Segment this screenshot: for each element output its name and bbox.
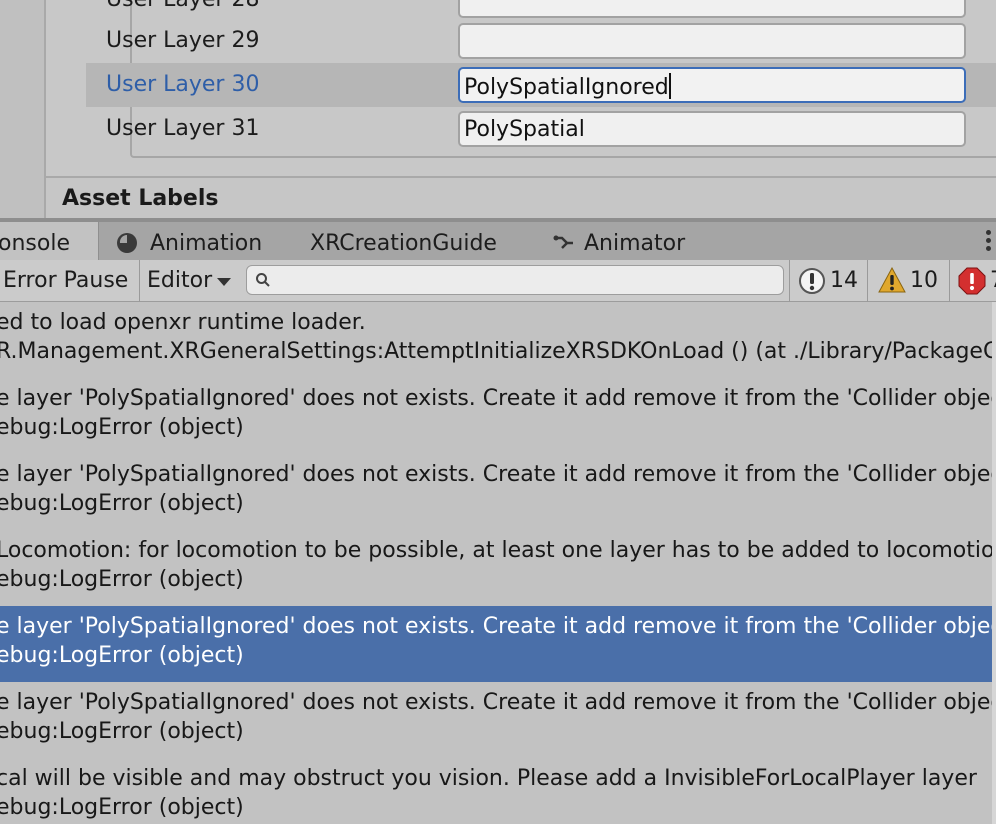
tab-animator-label: Animator	[584, 231, 686, 256]
warning-count: 10	[910, 268, 938, 293]
tab-xrcreationguide[interactable]: XRCreationGuide	[300, 222, 520, 260]
error-toggle-button[interactable]: 7	[950, 260, 996, 302]
chevron-down-icon	[217, 278, 231, 286]
error-pause-label: Error Pause	[3, 268, 129, 293]
log-message: ed to load openxr runtime loader.	[0, 310, 366, 335]
info-toggle-button[interactable]: 14	[790, 260, 866, 302]
log-entry[interactable]: ed to load openxr runtime loader. R.Mana…	[0, 302, 992, 378]
tab-animation-label: Animation	[150, 231, 263, 256]
tab-animator[interactable]: Animator	[550, 222, 710, 260]
layer-row: User Layer 29	[86, 19, 996, 63]
console-search-input[interactable]	[246, 265, 784, 295]
inspector-left-strip	[0, 0, 46, 218]
layer-name-field[interactable]	[458, 23, 966, 59]
layer-label: User Layer 30	[106, 72, 260, 97]
info-count: 14	[830, 268, 858, 293]
text-caret	[668, 73, 671, 99]
log-entry[interactable]: Locomotion: for locomotion to be possibl…	[0, 530, 992, 606]
layer-row-selected: User Layer 30 PolySpatialIgnored	[86, 63, 996, 107]
editor-dropdown-label: Editor	[147, 268, 213, 293]
log-message: e layer 'PolySpatialIgnored' does not ex…	[0, 386, 992, 411]
error-icon	[958, 267, 986, 295]
log-stacktrace: ebug:LogError (object)	[0, 719, 244, 744]
tab-console[interactable]: onsole	[0, 222, 99, 260]
log-entry-selected[interactable]: e layer 'PolySpatialIgnored' does not ex…	[0, 606, 992, 682]
info-icon	[799, 268, 825, 294]
log-stacktrace: ebug:LogError (object)	[0, 415, 244, 440]
log-scrollbar[interactable]	[992, 302, 996, 824]
log-stacktrace: ebug:LogError (object)	[0, 643, 244, 668]
inspector-panel: User Layer 28 User Layer 29 User Layer 3…	[0, 0, 996, 220]
tab-menu-icon[interactable]	[986, 230, 992, 254]
log-entry[interactable]: e layer 'PolySpatialIgnored' does not ex…	[0, 378, 992, 454]
clock-icon	[117, 233, 137, 253]
warning-icon	[878, 267, 906, 293]
tab-animation[interactable]: Animation	[114, 222, 284, 260]
layer-label: User Layer 29	[106, 28, 260, 53]
layer-row: User Layer 31 PolySpatial	[86, 107, 996, 151]
log-entry[interactable]: e layer 'PolySpatialIgnored' does not ex…	[0, 682, 992, 758]
animator-icon	[553, 235, 573, 249]
log-message: e layer 'PolySpatialIgnored' does not ex…	[0, 690, 992, 715]
log-message: e layer 'PolySpatialIgnored' does not ex…	[0, 462, 992, 487]
log-entry[interactable]: cal will be visible and may obstruct you…	[0, 758, 992, 824]
asset-labels-title: Asset Labels	[62, 186, 219, 211]
editor-tab-bar: onsole Animation XRCreationGuide Animato…	[0, 222, 996, 260]
layer-name-field[interactable]: PolySpatial	[458, 111, 966, 147]
error-pause-button[interactable]: Error Pause	[0, 260, 138, 302]
tab-console-label: onsole	[0, 231, 70, 256]
layer-label: User Layer 31	[106, 116, 260, 141]
layer-label: User Layer 28	[106, 0, 259, 12]
tab-xrcreationguide-label: XRCreationGuide	[310, 231, 497, 256]
console-toolbar: Error Pause Editor 14 10	[0, 260, 996, 302]
layer-name-field-active[interactable]: PolySpatialIgnored	[458, 67, 966, 103]
log-entry[interactable]: e layer 'PolySpatialIgnored' does not ex…	[0, 454, 992, 530]
search-icon	[256, 273, 270, 287]
warning-toggle-button[interactable]: 10	[868, 260, 948, 302]
log-message: Locomotion: for locomotion to be possibl…	[0, 538, 992, 563]
asset-labels-header[interactable]: Asset Labels	[46, 176, 996, 220]
log-stacktrace: ebug:LogError (object)	[0, 795, 244, 820]
editor-dropdown[interactable]: Editor	[140, 260, 238, 302]
layer-name-field[interactable]	[458, 0, 966, 18]
log-message: e layer 'PolySpatialIgnored' does not ex…	[0, 614, 992, 639]
log-message: cal will be visible and may obstruct you…	[0, 766, 977, 791]
layer-name-text: PolySpatialIgnored	[464, 75, 669, 100]
log-stacktrace: ebug:LogError (object)	[0, 567, 244, 592]
log-stacktrace: ebug:LogError (object)	[0, 491, 244, 516]
console-log-list: ed to load openxr runtime loader. R.Mana…	[0, 302, 992, 824]
error-count: 7	[990, 268, 996, 293]
log-stacktrace: R.Management.XRGeneralSettings:AttemptIn…	[0, 339, 992, 364]
